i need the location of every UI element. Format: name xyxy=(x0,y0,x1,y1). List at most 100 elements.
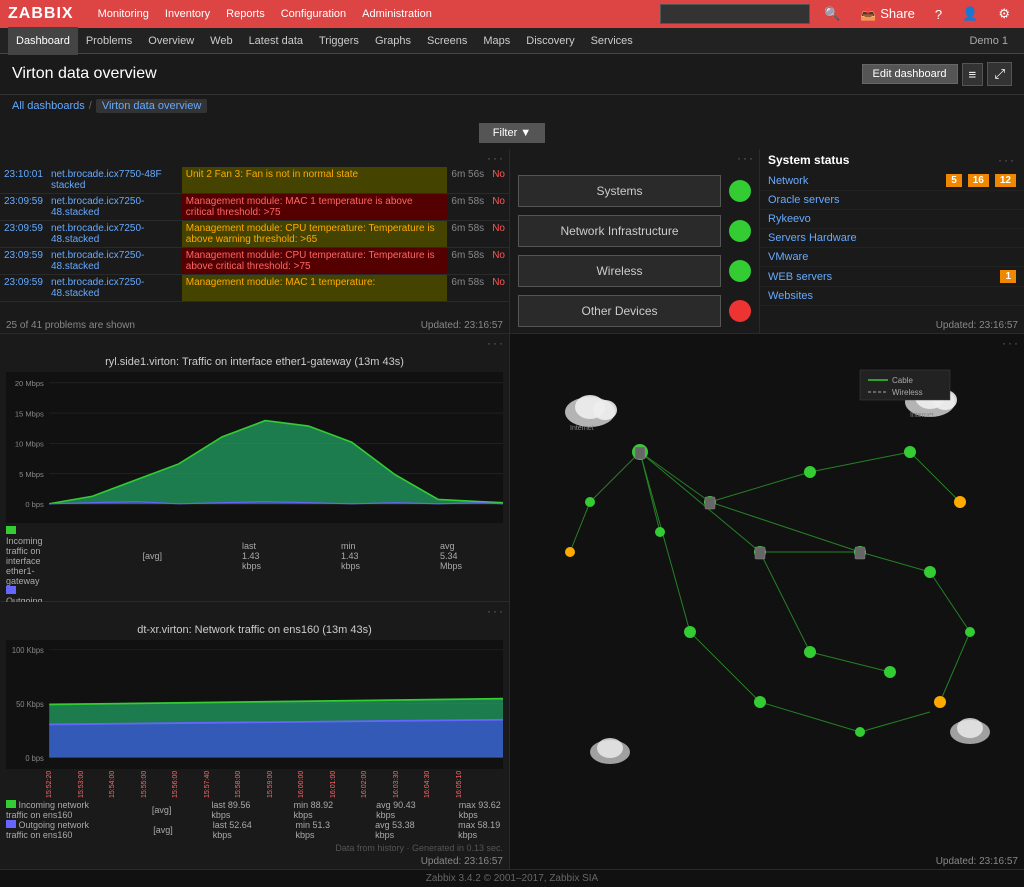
filter-bar: Filter ▼ xyxy=(0,117,1024,149)
svg-text:50 Kbps: 50 Kbps xyxy=(16,700,44,709)
network-map-panel: ··· xyxy=(510,334,1024,869)
hostgroup-button[interactable]: Other Devices xyxy=(518,295,721,327)
share-icon[interactable]: 📤 Share xyxy=(854,6,921,22)
chart2-title: dt-xr.virton: Network traffic on ens160 … xyxy=(0,620,509,640)
problem-desc: Management module: MAC 1 temperature: xyxy=(182,275,448,302)
problem-desc: Unit 2 Fan 3: Fan is not in normal state xyxy=(182,167,448,194)
hostgroup-status-indicator xyxy=(729,300,751,322)
problem-host[interactable]: net.brocade.icx7250-48.stacked xyxy=(47,194,182,221)
table-row: 23:09:59 net.brocade.icx7250-48.stacked … xyxy=(0,248,509,275)
problem-time: 23:10:01 xyxy=(0,167,47,194)
status-name[interactable]: Network xyxy=(768,175,940,187)
chart2-x-label: 16:00:00 xyxy=(298,770,305,798)
problem-duration: 6m 58s xyxy=(447,221,488,248)
hostgroup-button[interactable]: Network Infrastructure xyxy=(518,215,721,247)
chart2-x-label: 15:59:00 xyxy=(267,770,274,798)
search-input[interactable] xyxy=(660,4,810,24)
breadcrumb-home[interactable]: All dashboards xyxy=(12,100,85,112)
svg-text:100 Kbps: 100 Kbps xyxy=(12,646,44,655)
search-icon[interactable]: 🔍 xyxy=(818,6,846,22)
tab-overview[interactable]: Overview xyxy=(140,27,202,55)
problem-host[interactable]: net.brocade.icx7250-48.stacked xyxy=(47,248,182,275)
chart2-x-label: 16:03:30 xyxy=(393,770,400,798)
chart2-x-label: 16:02:00 xyxy=(361,770,368,798)
hostgroup-status-indicator xyxy=(729,180,751,202)
app-footer: Zabbix 3.4.2 © 2001–2017, Zabbix SIA xyxy=(0,869,1024,887)
chart1-panel: ··· ryl.side1.virton: Traffic on interfa… xyxy=(0,334,509,602)
problem-duration: 6m 58s xyxy=(447,248,488,275)
chart2-panel: ··· dt-xr.virton: Network traffic on ens… xyxy=(0,602,509,869)
status-row: Network 5 16 12 xyxy=(760,171,1024,191)
status-badge: 5 xyxy=(946,174,962,187)
tab-discovery[interactable]: Discovery xyxy=(518,27,582,55)
page-header: Virton data overview Edit dashboard ≡ ⤢ xyxy=(0,54,1024,95)
problem-host[interactable]: net.brocade.icx7250-48.stacked xyxy=(47,275,182,302)
nav-administration[interactable]: Administration xyxy=(354,0,440,28)
tab-dashboard[interactable]: Dashboard xyxy=(8,27,78,55)
hostgroup-status-indicator xyxy=(729,220,751,242)
chart2-menu[interactable]: ··· xyxy=(487,604,505,618)
chart2-svg: 100 Kbps 50 Kbps 0 bps xyxy=(6,640,503,769)
status-name[interactable]: Websites xyxy=(768,290,1016,302)
breadcrumb: All dashboards / Virton data overview xyxy=(0,95,1024,117)
chart1-menu[interactable]: ··· xyxy=(487,336,505,350)
tab-problems[interactable]: Problems xyxy=(78,27,140,55)
nav-monitoring[interactable]: Monitoring xyxy=(90,0,157,28)
help-icon[interactable]: ? xyxy=(929,7,948,22)
status-name[interactable]: Rykeevo xyxy=(768,213,1016,225)
status-badge: 12 xyxy=(995,174,1016,187)
status-name[interactable]: WEB servers xyxy=(768,271,994,283)
system-status-updated: Updated: 23:16:57 xyxy=(936,320,1018,331)
nav-inventory[interactable]: Inventory xyxy=(157,0,218,28)
chart2-x-label: 15:58:00 xyxy=(235,770,242,798)
status-row: WEB servers 1 xyxy=(760,267,1024,287)
hostgroup-item: Systems xyxy=(518,171,751,211)
problem-ack: No xyxy=(488,275,509,302)
problem-time: 23:09:59 xyxy=(0,221,47,248)
hostgroup-button[interactable]: Systems xyxy=(518,175,721,207)
fullscreen-button[interactable]: ⤢ xyxy=(987,62,1012,86)
tab-triggers[interactable]: Triggers xyxy=(311,27,367,55)
problem-ack: No xyxy=(488,221,509,248)
hostgroup-button[interactable]: Wireless xyxy=(518,255,721,287)
svg-text:0 bps: 0 bps xyxy=(25,754,44,763)
problem-duration: 6m 56s xyxy=(447,167,488,194)
tab-maps[interactable]: Maps xyxy=(475,27,518,55)
tab-web[interactable]: Web xyxy=(202,27,240,55)
chart2-x-label: 16:04:30 xyxy=(424,770,431,798)
tab-latest-data[interactable]: Latest data xyxy=(241,27,311,55)
system-status-menu[interactable]: ··· xyxy=(998,153,1016,167)
app-logo: ZABBIX xyxy=(8,5,74,23)
tab-graphs[interactable]: Graphs xyxy=(367,27,419,55)
tab-services[interactable]: Services xyxy=(583,27,641,55)
chart2-x-label: 15:57:40 xyxy=(204,770,211,798)
chart1-title: ryl.side1.virton: Traffic on interface e… xyxy=(0,352,509,372)
nav-reports[interactable]: Reports xyxy=(218,0,273,28)
status-name[interactable]: Servers Hardware xyxy=(768,232,1016,244)
problem-host[interactable]: net.brocade.icx7750-48F stacked xyxy=(47,167,182,194)
user-icon[interactable]: 👤 xyxy=(956,6,984,22)
settings-icon[interactable]: ⚙ xyxy=(992,6,1016,22)
chart2-x-label: 15:54:00 xyxy=(109,770,116,798)
status-name[interactable]: Oracle servers xyxy=(768,194,1016,206)
breadcrumb-separator: / xyxy=(89,100,92,112)
status-row: Oracle servers xyxy=(760,191,1024,210)
filter-button[interactable]: Filter ▼ xyxy=(479,123,545,143)
problem-host[interactable]: net.brocade.icx7250-48.stacked xyxy=(47,221,182,248)
hostgroups-menu[interactable]: ··· xyxy=(737,151,755,165)
nav-configuration[interactable]: Configuration xyxy=(273,0,354,28)
svg-text:15 Mbps: 15 Mbps xyxy=(15,409,44,418)
view-list-button[interactable]: ≡ xyxy=(962,63,984,86)
map-menu[interactable]: ··· xyxy=(1002,336,1020,350)
problem-duration: 6m 58s xyxy=(447,275,488,302)
problems-menu[interactable]: ··· xyxy=(487,151,505,165)
problem-desc: Management module: CPU temperature: Temp… xyxy=(182,221,448,248)
tab-screens[interactable]: Screens xyxy=(419,27,475,55)
edit-dashboard-button[interactable]: Edit dashboard xyxy=(862,64,958,84)
table-row: 23:09:59 net.brocade.icx7250-48.stacked … xyxy=(0,275,509,302)
chart2-x-label: 15:56:00 xyxy=(172,770,179,798)
status-name[interactable]: VMware xyxy=(768,251,1016,263)
chart2-legend: Incoming network traffic on ens160 [avg]… xyxy=(0,798,509,842)
chart2-x-label: 16:01:00 xyxy=(330,770,337,798)
map-updated: Updated: 23:16:57 xyxy=(510,854,1024,869)
